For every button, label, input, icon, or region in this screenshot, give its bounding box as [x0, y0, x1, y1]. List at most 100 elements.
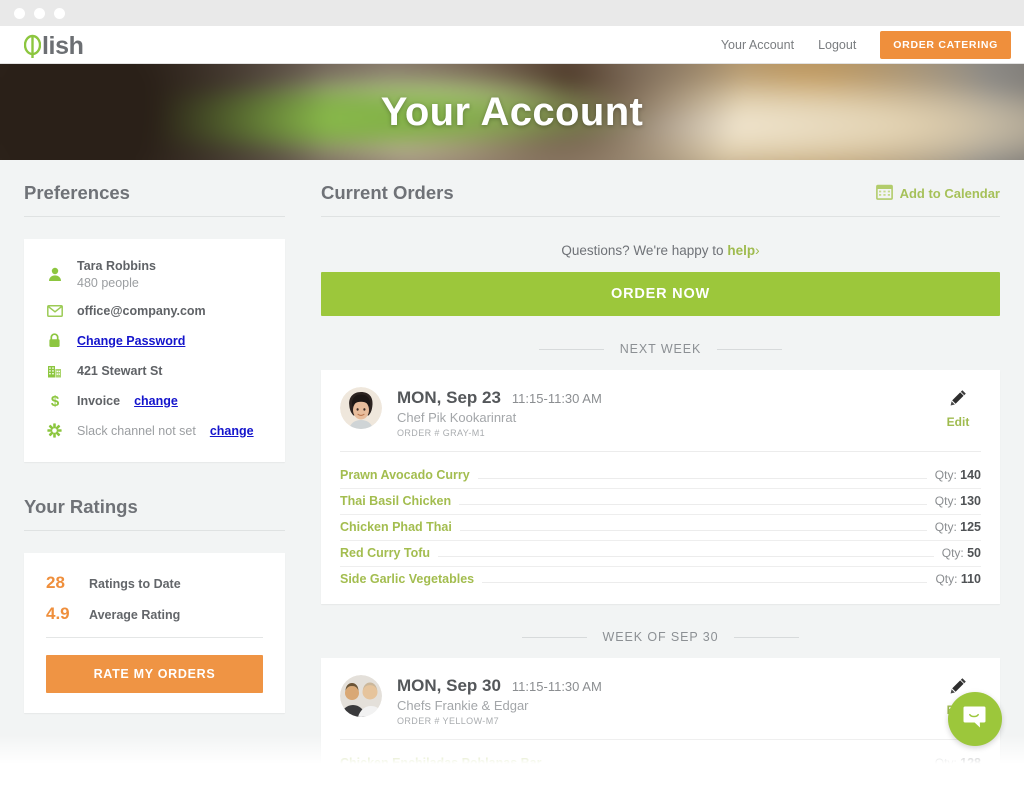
top-navigation-bar: lish Your Account Logout ORDER CATERING: [0, 26, 1024, 64]
chat-launcher-button[interactable]: [948, 692, 1002, 746]
ratings-title: Your Ratings: [24, 496, 138, 517]
window-minimize-button[interactable]: [34, 8, 45, 19]
slack-change-link[interactable]: change: [210, 424, 254, 438]
average-rating-value: 4.9: [46, 604, 70, 623]
edit-order-button[interactable]: Edit: [935, 387, 981, 429]
nav-links: Your Account Logout ORDER CATERING: [721, 26, 1011, 64]
preference-row-invoice: $ Invoice change: [46, 391, 263, 410]
item-qty: Qty: 50: [942, 546, 981, 560]
nav-your-account-link[interactable]: Your Account: [721, 38, 794, 52]
nav-logout-link[interactable]: Logout: [818, 38, 856, 52]
window-maximize-button[interactable]: [54, 8, 65, 19]
slack-status: Slack channel not set: [77, 423, 196, 438]
item-leader-line: [459, 504, 927, 505]
ratings-header: Your Ratings: [24, 496, 285, 531]
item-name: Side Garlic Vegetables: [340, 572, 475, 586]
pencil-icon: [950, 390, 967, 410]
separator-rule-right: [734, 636, 800, 638]
order-item-row: Prawn Avocado Curry Qty: 140: [340, 463, 981, 489]
order-catering-button[interactable]: ORDER CATERING: [880, 31, 1011, 59]
page-viewport: lish Your Account Logout ORDER CATERING …: [0, 26, 1024, 775]
current-orders-title: Current Orders: [321, 182, 454, 203]
item-qty-label: Qty:: [935, 572, 958, 586]
chat-bubble-icon: [962, 704, 988, 735]
account-email: office@company.com: [77, 303, 206, 318]
item-qty-label: Qty:: [934, 520, 957, 534]
building-icon: [46, 361, 63, 380]
lock-icon: [46, 331, 63, 350]
page-title: Your Account: [380, 90, 644, 134]
item-leader-line: [549, 766, 927, 767]
brand-name: lish: [42, 32, 84, 60]
preferences-title: Preferences: [24, 182, 130, 203]
item-qty: Qty: 140: [935, 468, 981, 482]
brand-logo[interactable]: lish: [23, 32, 84, 61]
order-now-button[interactable]: ORDER NOW: [321, 272, 1000, 316]
preference-row-email: office@company.com: [46, 301, 263, 320]
svg-text:$: $: [50, 393, 59, 409]
rating-row-average: 4.9 Average Rating: [46, 604, 263, 624]
ratings-to-date-label: Ratings to Date: [89, 577, 181, 591]
separator-rule-left: [538, 348, 604, 350]
item-qty-value: 50: [967, 546, 981, 560]
order-number: ORDER # GRAY-M1: [397, 428, 486, 438]
left-sidebar: Preferences Tara Robbins 480 people offi…: [24, 182, 285, 775]
calendar-icon: [875, 184, 893, 203]
order-card: MON, Sep 30 11:15-11:30 AM Chefs Frankie…: [321, 658, 1000, 775]
change-password-link[interactable]: Change Password: [77, 334, 185, 348]
rate-my-orders-button[interactable]: RATE MY ORDERS: [46, 655, 263, 693]
item-qty: Qty: 128: [935, 756, 981, 770]
help-link[interactable]: help: [727, 243, 755, 258]
ratings-card: 28 Ratings to Date 4.9 Average Rating RA…: [24, 553, 285, 713]
item-name: Red Curry Tofu: [340, 546, 431, 560]
order-details: MON, Sep 23 11:15-11:30 AM Chef Pik Kook…: [397, 387, 935, 438]
order-date: MON, Sep 30: [397, 676, 501, 695]
preferences-card: Tara Robbins 480 people office@company.c…: [24, 239, 285, 462]
item-leader-line: [477, 478, 927, 479]
dollar-icon: $: [46, 391, 63, 410]
order-header: MON, Sep 23 11:15-11:30 AM Chef Pik Kook…: [340, 387, 981, 438]
item-leader-line: [482, 582, 928, 583]
preference-row-password: Change Password: [46, 331, 263, 350]
hero-banner: Your Account: [0, 64, 1024, 160]
item-qty-value: 128: [960, 756, 981, 770]
order-details: MON, Sep 30 11:15-11:30 AM Chefs Frankie…: [397, 675, 935, 726]
add-to-calendar-button[interactable]: Add to Calendar: [875, 184, 1000, 204]
order-time: 11:15-11:30 AM: [511, 679, 602, 694]
window-close-button[interactable]: [14, 8, 25, 19]
orders-column: Current Orders Add to Calendar Questions…: [321, 182, 1000, 775]
preference-row-slack: Slack channel not set change: [46, 421, 263, 440]
lish-leaf-icon: [23, 34, 42, 59]
preferences-header: Preferences: [24, 182, 285, 217]
order-time: 11:15-11:30 AM: [511, 391, 602, 406]
order-item-row: Red Curry Tofu Qty: 50: [340, 541, 981, 567]
order-item-row: Chicken Enchiladas Poblanas Bar Qty: 128: [340, 751, 981, 775]
preference-row-contact: Tara Robbins 480 people: [46, 259, 263, 290]
item-qty-value: 130: [960, 494, 981, 508]
window-titlebar: [0, 0, 1024, 26]
person-icon: [46, 265, 63, 284]
order-chef-name: Chef Pik Kookarinrat: [397, 410, 517, 425]
order-item-row: Thai Basil Chicken Qty: 130: [340, 489, 981, 515]
account-people-count: 480 people: [77, 276, 139, 290]
item-name: Chicken Phad Thai: [340, 520, 452, 534]
order-items-list: Prawn Avocado Curry Qty: 140 Thai Basil …: [340, 451, 981, 592]
item-qty: Qty: 110: [935, 572, 981, 586]
chef-avatar: [340, 675, 382, 717]
item-leader-line: [459, 530, 927, 531]
invoice-change-link[interactable]: change: [134, 394, 178, 408]
order-number: ORDER # YELLOW-M7: [397, 716, 499, 726]
item-qty-label: Qty:: [934, 756, 957, 770]
order-card: MON, Sep 23 11:15-11:30 AM Chef Pik Kook…: [321, 370, 1000, 604]
help-prompt: Questions? We're happy to help›: [321, 243, 1000, 258]
separator-rule-left: [521, 636, 587, 638]
chef-avatar: [340, 387, 382, 429]
ratings-divider: [46, 637, 263, 638]
order-item-row: Chicken Phad Thai Qty: 125: [340, 515, 981, 541]
help-prompt-text: Questions? We're happy to: [561, 243, 728, 258]
separator-rule-right: [717, 348, 783, 350]
week-separator-next-week: NEXT WEEK: [321, 342, 1000, 356]
ratings-to-date-value: 28: [46, 573, 65, 592]
help-chevron-icon: ›: [755, 243, 760, 258]
item-qty-value: 140: [960, 468, 981, 482]
